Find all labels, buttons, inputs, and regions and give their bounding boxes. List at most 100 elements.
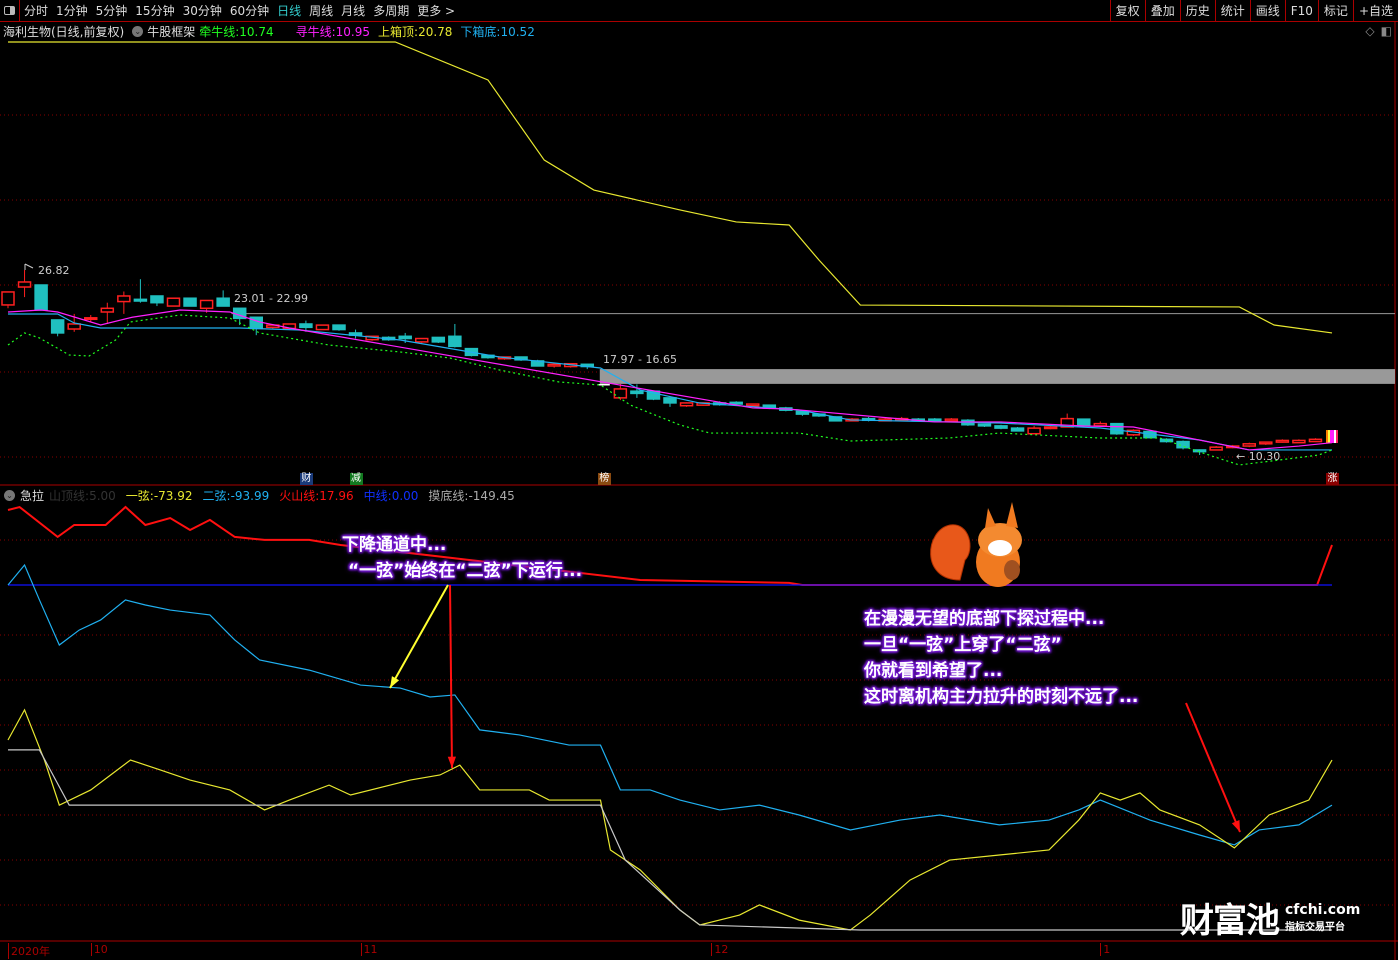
- squirrel-mascot-icon: [930, 502, 1022, 587]
- note1-line2: “一弦”始终在“二弦”下运行...: [348, 561, 583, 581]
- logo-text: 财富池: [1180, 901, 1280, 941]
- squirrel-face: [988, 540, 1012, 556]
- line-火山线: [7, 505, 1333, 586]
- candle-body: [117, 295, 131, 303]
- candle: [1259, 441, 1273, 445]
- candle: [1326, 430, 1338, 444]
- arrow-head: [447, 756, 456, 768]
- candle-body: [977, 423, 992, 427]
- annotation-bottom: 在漫漫无望的底部下探过程中... 一旦“一弦”上穿了“二弦” 你就看到希望了..…: [864, 606, 1138, 710]
- note2-line2: 一旦“一弦”上穿了“二弦”: [864, 635, 1062, 655]
- limit-up-bar-stripe: [1328, 430, 1330, 444]
- candle-body: [1077, 418, 1091, 427]
- candle-body: [1043, 426, 1058, 430]
- candle-body: [415, 337, 429, 343]
- candle: [1242, 442, 1256, 448]
- arrow-head: [1231, 820, 1240, 832]
- chart-canvas[interactable]: 26.82 23.01 - 22.99 17.97 - 16.65 ← 10.30: [0, 0, 1398, 960]
- candle-body: [398, 335, 412, 340]
- candle-body: [216, 297, 230, 307]
- candle-body: [299, 323, 313, 329]
- candle-body: [1275, 439, 1290, 443]
- candle-body: [944, 418, 959, 422]
- candle: [1093, 421, 1108, 427]
- candle: [50, 319, 65, 337]
- candle-body: [150, 295, 164, 304]
- limit-up-bar-stripe: [1326, 430, 1328, 444]
- line-摸底线: [8, 749, 1332, 931]
- candle-body: [1308, 438, 1323, 443]
- logo-tagline: 指标交易平台: [1285, 922, 1345, 933]
- candle-body: [1, 291, 15, 306]
- candle: [1292, 439, 1306, 444]
- event-marker-2[interactable]: 榜: [597, 473, 611, 485]
- candle: [133, 279, 148, 303]
- line-上箱顶: [8, 41, 1333, 334]
- candle-body: [34, 284, 48, 311]
- candle: [679, 402, 694, 407]
- limit-up-bar-stripe: [1330, 430, 1332, 444]
- arrow-head: [390, 676, 400, 688]
- squirrel-ear: [1006, 502, 1018, 528]
- event-marker-3[interactable]: 涨: [1326, 473, 1339, 485]
- candle: [332, 324, 346, 331]
- note2-line1: 在漫漫无望的底部下探过程中...: [864, 609, 1105, 629]
- candle-body: [928, 418, 942, 422]
- candle: [216, 290, 230, 307]
- candle-body: [1027, 427, 1041, 435]
- candle-body: [67, 323, 81, 330]
- x-axis-label-3: 12: [711, 943, 728, 956]
- candle-body: [17, 281, 32, 288]
- limit-up-bar-stripe: [1334, 430, 1336, 444]
- candle: [34, 284, 48, 311]
- candle-body: [1093, 422, 1108, 427]
- candle: [597, 383, 610, 386]
- note2-line3: 你就看到希望了...: [864, 661, 1003, 681]
- note1-line1: 下降通道中...: [342, 535, 447, 555]
- candle: [994, 424, 1008, 430]
- high-price-label: 26.82: [38, 264, 70, 277]
- candle: [431, 336, 446, 344]
- cfchi-logo: 财富池 cfchi.com 指标交易平台: [1180, 893, 1360, 942]
- event-marker-1[interactable]: 减: [349, 473, 363, 485]
- candle: [1010, 426, 1025, 432]
- candle-body: [613, 388, 628, 399]
- candle-body: [1209, 446, 1223, 451]
- candle-body: [84, 317, 98, 321]
- squirrel-ear: [985, 508, 996, 528]
- candle: [1308, 438, 1323, 443]
- candle-body: [994, 425, 1008, 429]
- candle-body: [183, 297, 197, 307]
- candle-body: [1242, 443, 1256, 447]
- flag-icon: [24, 263, 34, 270]
- x-axis-label-0: 2020年: [8, 943, 50, 959]
- candle: [944, 418, 959, 422]
- event-marker-0[interactable]: 财: [299, 473, 313, 485]
- candle-body: [630, 390, 644, 395]
- x-axis-label-4: 1: [1100, 943, 1110, 956]
- candle-body: [133, 298, 148, 302]
- limit-up-bar-stripe: [1332, 430, 1334, 444]
- candle: [928, 418, 942, 422]
- line-一弦: [7, 708, 1333, 931]
- candle-body: [50, 319, 65, 334]
- candle: [1043, 425, 1058, 430]
- candle: [183, 297, 197, 307]
- candle: [1027, 425, 1041, 435]
- candle-body: [679, 402, 694, 407]
- yellow-arrow: [389, 584, 449, 689]
- candle: [17, 270, 32, 298]
- x-axis-label-2: 11: [360, 943, 378, 956]
- candle-body: [1259, 441, 1273, 445]
- candle-body: [448, 335, 462, 348]
- red-arrow-down: [447, 584, 456, 769]
- candle-body: [315, 324, 330, 331]
- candle: [1275, 439, 1290, 443]
- low-price-label: ← 10.30: [1236, 450, 1280, 463]
- candle-body: [199, 299, 214, 310]
- logo-domain: cfchi.com: [1285, 902, 1361, 918]
- gap-label-1: 23.01 - 22.99: [234, 292, 308, 305]
- candle-body: [100, 307, 115, 313]
- arrow-shaft: [389, 584, 449, 689]
- line-牵牛线: [7, 314, 1333, 466]
